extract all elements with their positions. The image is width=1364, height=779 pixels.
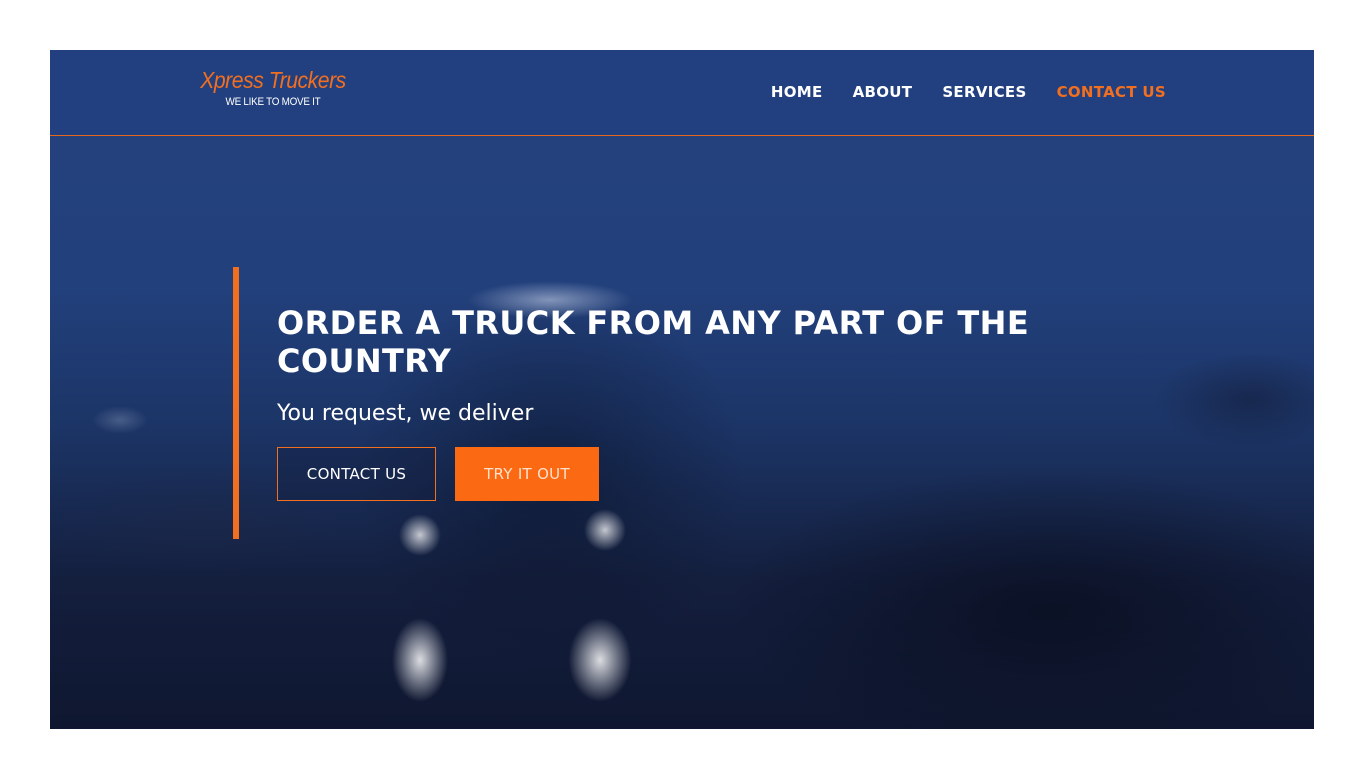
hero-title: ORDER A TRUCK FROM ANY PART OF THE COUNT… xyxy=(277,304,1030,380)
try-it-out-button[interactable]: TRY IT OUT xyxy=(455,447,599,501)
logo-tagline: WE LIKE TO MOVE IT xyxy=(225,96,321,108)
contact-us-button[interactable]: CONTACT US xyxy=(277,447,436,501)
page-frame: Xpress Truckers WE LIKE TO MOVE IT HOME … xyxy=(50,50,1314,729)
logo-title: Xpress Truckers xyxy=(200,67,346,93)
nav-item-about[interactable]: ABOUT xyxy=(853,83,913,101)
hero-subtitle: You request, we deliver xyxy=(277,401,534,426)
main-nav: HOME ABOUT SERVICES CONTACT US xyxy=(771,83,1166,101)
hero-buttons: CONTACT US TRY IT OUT xyxy=(277,447,599,501)
nav-item-contact-us[interactable]: CONTACT US xyxy=(1057,83,1166,101)
site-header: Xpress Truckers WE LIKE TO MOVE IT HOME … xyxy=(50,50,1314,136)
hero-text: ORDER A TRUCK FROM ANY PART OF THE COUNT… xyxy=(277,304,1097,428)
logo[interactable]: Xpress Truckers WE LIKE TO MOVE IT xyxy=(188,66,358,109)
hero-accent-bar xyxy=(233,267,239,539)
nav-item-home[interactable]: HOME xyxy=(771,83,823,101)
nav-item-services[interactable]: SERVICES xyxy=(942,83,1026,101)
